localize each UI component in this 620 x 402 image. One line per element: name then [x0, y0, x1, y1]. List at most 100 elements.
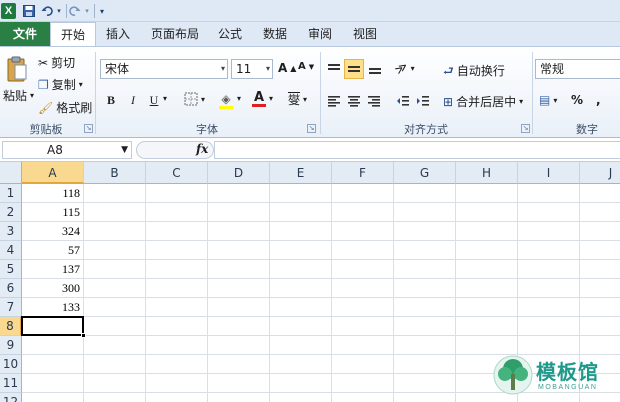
cell-j5[interactable] — [580, 260, 620, 279]
cell-e5[interactable] — [270, 260, 332, 279]
cell-e12[interactable] — [270, 393, 332, 402]
cell-b4[interactable] — [84, 241, 146, 260]
cell-b11[interactable] — [84, 374, 146, 393]
align-center-button[interactable] — [345, 92, 363, 110]
copy-button[interactable]: ❐ 复制 ▾ — [38, 76, 83, 93]
cell-a1[interactable]: 118 — [22, 184, 84, 203]
row-header-6[interactable]: 6 — [0, 279, 22, 298]
cell-e3[interactable] — [270, 222, 332, 241]
cell-h7[interactable] — [456, 298, 518, 317]
orientation-button[interactable]: ≫ ▾ — [392, 59, 414, 78]
tab-insert[interactable]: 插入 — [100, 22, 136, 46]
cell-d10[interactable] — [208, 355, 270, 374]
column-header-a[interactable]: A — [22, 162, 84, 184]
cell-j1[interactable] — [580, 184, 620, 203]
cell-c10[interactable] — [146, 355, 208, 374]
paste-icon[interactable] — [4, 53, 30, 85]
cell-h1[interactable] — [456, 184, 518, 203]
cell-f3[interactable] — [332, 222, 394, 241]
cell-e1[interactable] — [270, 184, 332, 203]
chevron-down-icon[interactable]: ▼ — [121, 142, 128, 158]
cut-button[interactable]: ✂ 剪切 — [38, 54, 75, 71]
cell-a10[interactable] — [22, 355, 84, 374]
cell-h3[interactable] — [456, 222, 518, 241]
insert-function-icon[interactable]: fx — [196, 142, 208, 156]
cell-h6[interactable] — [456, 279, 518, 298]
cell-i6[interactable] — [518, 279, 580, 298]
decrease-indent-button[interactable] — [394, 92, 412, 110]
cell-f4[interactable] — [332, 241, 394, 260]
cell-c8[interactable] — [146, 317, 208, 336]
row-header-9[interactable]: 9 — [0, 336, 22, 355]
cell-c12[interactable] — [146, 393, 208, 402]
cell-h8[interactable] — [456, 317, 518, 336]
cell-e7[interactable] — [270, 298, 332, 317]
row-header-3[interactable]: 3 — [0, 222, 22, 241]
cell-h5[interactable] — [456, 260, 518, 279]
cell-i8[interactable] — [518, 317, 580, 336]
undo-dropdown-icon[interactable]: ▾ — [55, 3, 63, 19]
tab-formulas[interactable]: 公式 — [212, 22, 248, 46]
borders-button[interactable]: ▾ — [184, 92, 205, 106]
cell-b12[interactable] — [84, 393, 146, 402]
bottom-align-button[interactable] — [366, 60, 384, 78]
fill-color-dropdown-icon[interactable]: ▾ — [237, 94, 241, 103]
cell-e9[interactable] — [270, 336, 332, 355]
cell-d5[interactable] — [208, 260, 270, 279]
cell-c3[interactable] — [146, 222, 208, 241]
cell-i2[interactable] — [518, 203, 580, 222]
column-header-c[interactable]: C — [146, 162, 208, 184]
cell-g7[interactable] — [394, 298, 456, 317]
cell-c11[interactable] — [146, 374, 208, 393]
undo-icon[interactable] — [40, 3, 54, 19]
cell-d8[interactable] — [208, 317, 270, 336]
fill-color-button[interactable]: ◈ — [219, 92, 233, 109]
align-left-button[interactable] — [325, 92, 343, 110]
tab-file[interactable]: 文件 — [0, 22, 50, 46]
cell-g12[interactable] — [394, 393, 456, 402]
cell-h2[interactable] — [456, 203, 518, 222]
cell-f8[interactable] — [332, 317, 394, 336]
cell-g11[interactable] — [394, 374, 456, 393]
cell-b10[interactable] — [84, 355, 146, 374]
cell-c1[interactable] — [146, 184, 208, 203]
cell-a5[interactable]: 137 — [22, 260, 84, 279]
cell-g10[interactable] — [394, 355, 456, 374]
fill-handle[interactable] — [81, 333, 86, 338]
cell-f5[interactable] — [332, 260, 394, 279]
wrap-text-button[interactable]: ⮐ 自动换行 — [443, 62, 505, 79]
redo-dropdown-icon[interactable]: ▾ — [83, 3, 91, 19]
phonetic-button[interactable]: 燮 ▾ — [288, 91, 307, 108]
cell-i7[interactable] — [518, 298, 580, 317]
column-header-b[interactable]: B — [84, 162, 146, 184]
cell-d4[interactable] — [208, 241, 270, 260]
shrink-font-button[interactable]: A ▼ — [298, 61, 314, 72]
cell-c7[interactable] — [146, 298, 208, 317]
font-name-select[interactable]: 宋体 ▾ — [100, 59, 228, 79]
cell-j6[interactable] — [580, 279, 620, 298]
cell-f6[interactable] — [332, 279, 394, 298]
cell-c2[interactable] — [146, 203, 208, 222]
cell-g6[interactable] — [394, 279, 456, 298]
row-header-7[interactable]: 7 — [0, 298, 22, 317]
font-size-select[interactable]: 11 ▾ — [231, 59, 273, 79]
paste-button[interactable]: 粘贴 ▾ — [3, 87, 34, 104]
cell-g3[interactable] — [394, 222, 456, 241]
cell-b7[interactable] — [84, 298, 146, 317]
cell-c9[interactable] — [146, 336, 208, 355]
row-header-5[interactable]: 5 — [0, 260, 22, 279]
cell-f10[interactable] — [332, 355, 394, 374]
clipboard-launcher-icon[interactable]: ↘ — [84, 124, 93, 133]
cell-a9[interactable] — [22, 336, 84, 355]
cell-g9[interactable] — [394, 336, 456, 355]
cell-i5[interactable] — [518, 260, 580, 279]
number-format-select[interactable]: 常规 — [535, 59, 620, 79]
cell-i1[interactable] — [518, 184, 580, 203]
increase-indent-button[interactable] — [414, 92, 432, 110]
cell-a3[interactable]: 324 — [22, 222, 84, 241]
cell-f1[interactable] — [332, 184, 394, 203]
cell-j7[interactable] — [580, 298, 620, 317]
cell-d1[interactable] — [208, 184, 270, 203]
accounting-format-button[interactable]: ▤ ▾ — [539, 93, 557, 107]
column-header-g[interactable]: G — [394, 162, 456, 184]
